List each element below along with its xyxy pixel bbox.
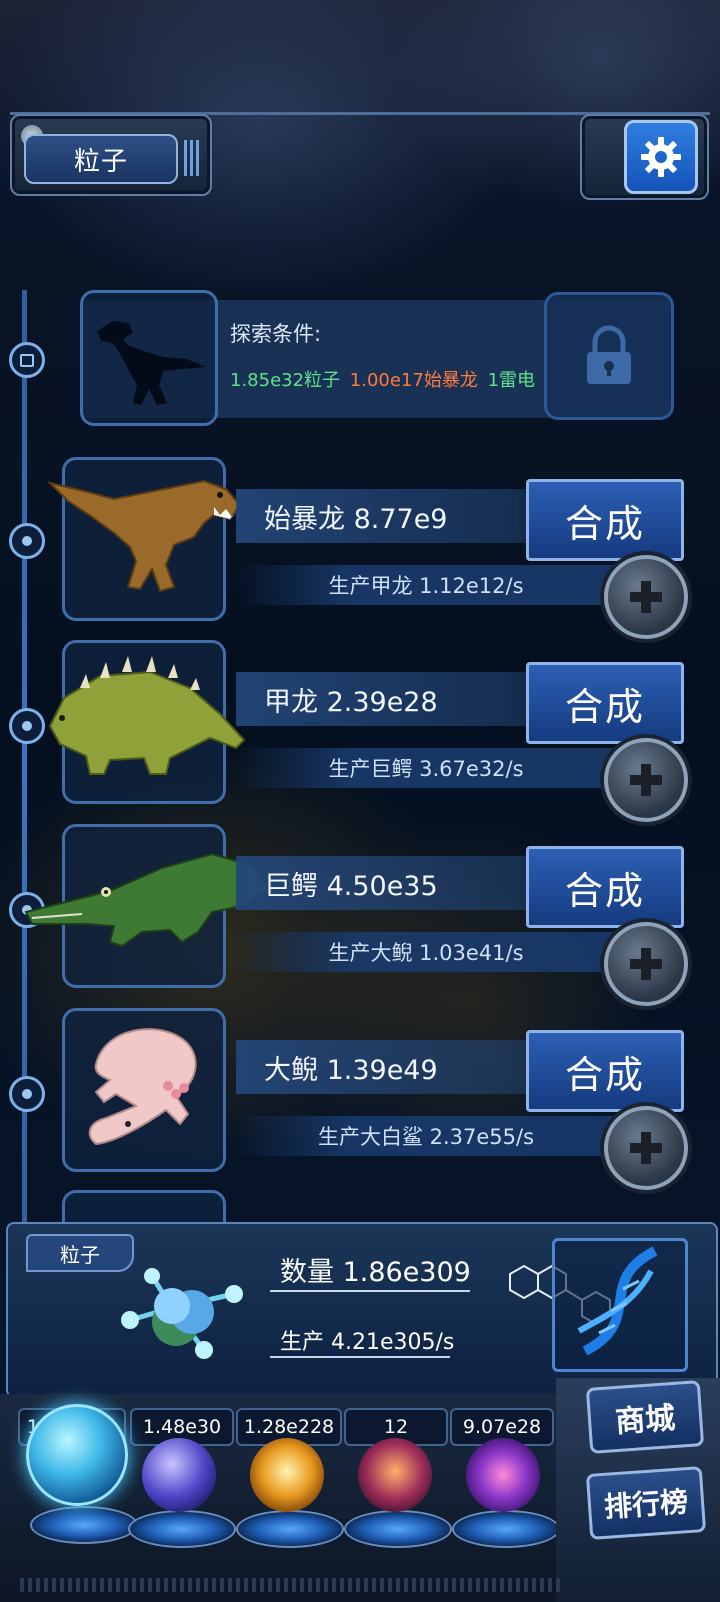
condition-thunder: 1雷电 (487, 370, 536, 391)
orb-pedestal (30, 1506, 138, 1544)
vortex-orb-icon[interactable] (466, 1438, 540, 1512)
creature-row: 始暴龙 8.77e9 生产甲龙 1.12e12/s 合成 (0, 455, 720, 639)
creature-production: 生产巨鳄 3.67e32/s (236, 748, 616, 788)
plus-icon (630, 1132, 662, 1164)
orb-pedestal (128, 1510, 236, 1548)
ankylosaurus-icon (48, 656, 246, 775)
circuit-line (270, 1290, 470, 1292)
production-label: 生产 4.21e305/s (280, 1330, 455, 1355)
molecule-icon (121, 1268, 243, 1359)
plus-icon (630, 764, 662, 796)
lock-button[interactable] (544, 292, 674, 420)
synthesize-button[interactable]: 合成 (526, 479, 684, 561)
synthesize-button[interactable]: 合成 (526, 1030, 684, 1112)
creature-row-partial (62, 1190, 226, 1225)
lightning-orb-icon[interactable] (142, 1438, 216, 1512)
gear-icon (641, 137, 681, 177)
add-button[interactable] (604, 738, 688, 822)
dna-icon (577, 1246, 658, 1356)
creature-production: 生产甲龙 1.12e12/s (236, 565, 616, 605)
t-rex-silhouette-icon (97, 321, 205, 405)
explore-conditions: 1.85e32粒子 1.00e17始暴龙 1雷电 (230, 366, 535, 392)
orb-pedestal (236, 1510, 344, 1548)
salamander-icon (88, 1028, 197, 1146)
quantity-label: 数量 1.86e309 (280, 1257, 471, 1288)
timeline-lock-node (9, 342, 45, 378)
shop-button[interactable]: 商城 (585, 1380, 705, 1454)
dna-frame (552, 1238, 688, 1372)
creature-production: 生产大鲵 1.03e41/s (236, 932, 616, 972)
ranking-button[interactable]: 排行榜 (585, 1466, 707, 1540)
lock-icon (587, 325, 631, 384)
orb-pedestal (452, 1510, 560, 1548)
synthesize-button[interactable]: 合成 (526, 662, 684, 744)
orb-pedestal (344, 1510, 452, 1548)
explore-condition-label: 探索条件: (230, 322, 322, 346)
bottom-grill (20, 1578, 560, 1592)
creature-row: 甲龙 2.39e28 生产巨鳄 3.67e32/s 合成 (0, 638, 720, 822)
condition-trex: 1.00e17始暴龙 (349, 370, 478, 391)
page-title: 粒子 (24, 134, 178, 184)
plus-icon (630, 581, 662, 613)
settings-button[interactable] (624, 120, 698, 194)
t-rex-icon (46, 479, 242, 593)
fire-orb-icon[interactable] (250, 1438, 324, 1512)
title-stripes (184, 140, 202, 176)
circuit-line (270, 1356, 450, 1358)
crocodile-icon (24, 852, 270, 948)
creature-row: 巨鳄 4.50e35 生产大鲵 1.03e41/s 合成 (0, 822, 720, 1006)
add-button[interactable] (604, 922, 688, 1006)
creature-production: 生产大白鲨 2.37e55/s (236, 1116, 616, 1156)
brain-orb-icon[interactable] (358, 1438, 432, 1512)
add-button[interactable] (604, 1106, 688, 1190)
condition-particle: 1.85e32粒子 (230, 370, 341, 391)
synthesize-button[interactable]: 合成 (526, 846, 684, 928)
add-button[interactable] (604, 555, 688, 639)
particle-orb-icon[interactable] (26, 1404, 128, 1506)
locked-creature-frame (80, 290, 218, 426)
plus-icon (630, 948, 662, 980)
creature-row: 大鲵 1.39e49 生产大白鲨 2.37e55/s 合成 (0, 1006, 720, 1190)
